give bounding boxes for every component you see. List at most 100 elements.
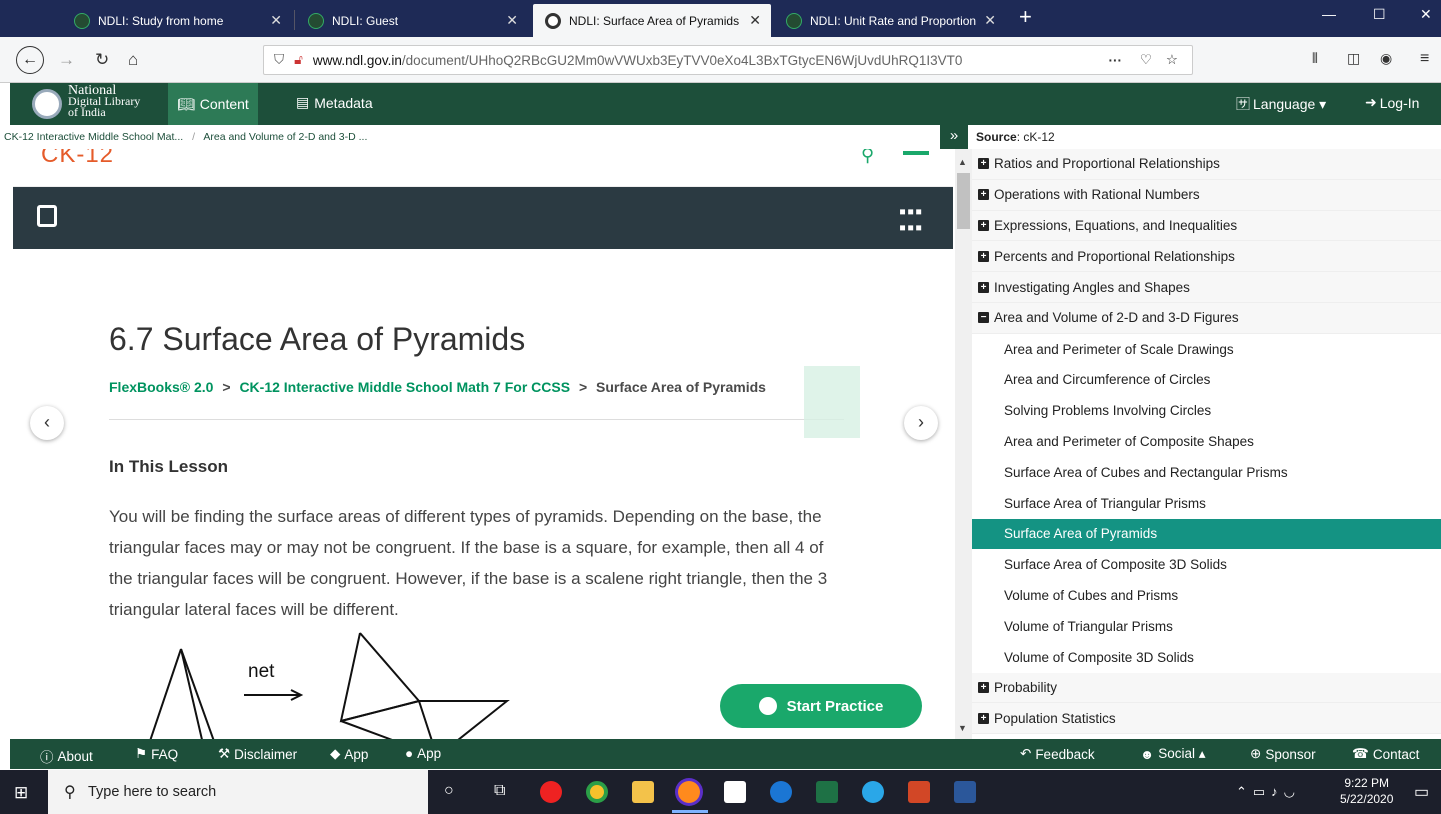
expand-icon[interactable]: + — [978, 219, 989, 231]
toc-item[interactable]: + Operations with Rational Numbers — [972, 179, 1441, 211]
crumb-flexbooks[interactable]: FlexBooks® 2.0 — [109, 379, 213, 395]
footer-social[interactable]: ☻ Social ▴ — [1140, 746, 1206, 762]
toc-item[interactable]: Solving Problems Involving Circles — [972, 395, 1441, 427]
footer-contact[interactable]: ☎ Contact — [1352, 746, 1419, 762]
start-practice-button[interactable]: Start Practice — [720, 684, 922, 728]
back-arrow-icon[interactable]: ← — [16, 46, 44, 74]
account-icon[interactable]: ◉ — [1380, 50, 1392, 67]
ndl-logo-icon[interactable] — [32, 89, 62, 119]
word-icon[interactable] — [954, 781, 976, 803]
taskbar-search[interactable]: ⚲ Type here to search — [48, 770, 428, 814]
notes-icon[interactable] — [37, 205, 57, 227]
ndl-logo-text[interactable]: National Digital Library of India — [68, 84, 140, 119]
close-tab-icon[interactable]: ✕ — [749, 12, 761, 29]
tab-study-from-home[interactable]: NDLI: Study from home ✕ — [62, 4, 292, 37]
toc-item[interactable]: + Population Statistics — [972, 703, 1441, 735]
expand-icon[interactable]: + — [978, 189, 989, 201]
excel-icon[interactable] — [816, 781, 838, 803]
maximize-icon[interactable]: ☐ — [1373, 6, 1386, 23]
tab-surface-area-pyramids[interactable]: NDLI: Surface Area of Pyramids ✕ — [533, 4, 771, 37]
pocket-icon[interactable]: ♡ — [1140, 52, 1152, 68]
reload-icon[interactable]: ↻ — [95, 50, 109, 70]
clock[interactable]: 9:22 PM 5/22/2020 — [1340, 775, 1393, 807]
search-icon[interactable]: ⚲ — [861, 149, 874, 166]
expand-icon[interactable]: + — [978, 712, 989, 724]
close-tab-icon[interactable]: ✕ — [506, 12, 518, 29]
nav-metadata[interactable]: ▤ Metadata — [296, 94, 373, 111]
notes-widget-icon[interactable] — [804, 366, 860, 438]
breadcrumb-item[interactable]: CK-12 Interactive Middle School Mat... — [4, 131, 183, 143]
bookmark-star-icon[interactable]: ☆ — [1166, 52, 1178, 68]
page-actions-icon[interactable]: ··· — [1109, 53, 1123, 68]
opera-icon[interactable] — [540, 781, 562, 803]
apps-grid-icon[interactable]: ▪▪▪ ▪▪▪ — [899, 202, 923, 238]
toc-item[interactable]: Surface Area of Triangular Prisms — [972, 487, 1441, 519]
tab-unit-rate[interactable]: NDLI: Unit Rate and Proportion ✕ — [774, 4, 1006, 37]
ck12-logo[interactable]: CK-12 — [41, 149, 114, 169]
close-tab-icon[interactable]: ✕ — [980, 12, 996, 29]
expand-icon[interactable]: + — [978, 250, 989, 262]
footer-faq[interactable]: ⚑ FAQ — [135, 746, 178, 762]
crumb-book[interactable]: CK-12 Interactive Middle School Math 7 F… — [239, 379, 570, 395]
system-tray-icons[interactable]: ⌃▭♪◡ — [1236, 784, 1301, 800]
toc-item[interactable]: + Investigating Angles and Shapes — [972, 272, 1441, 303]
expand-icon[interactable]: + — [978, 681, 989, 693]
scroll-thumb[interactable] — [957, 173, 970, 229]
toc-item[interactable]: Surface Area of Composite 3D Solids — [972, 549, 1441, 581]
toc-item[interactable]: Volume of Triangular Prisms — [972, 610, 1441, 642]
skype-icon[interactable] — [862, 781, 884, 803]
edge-icon[interactable] — [770, 781, 792, 803]
sidebar-scrollbar[interactable]: ▲ ▼ — [955, 149, 972, 739]
menu-icon[interactable]: ≡ — [1420, 50, 1429, 68]
expand-icon[interactable]: + — [978, 158, 989, 170]
toc-item[interactable]: Surface Area of Pyramids — [972, 518, 1441, 550]
footer-disclaimer[interactable]: ⚒ Disclaimer — [218, 746, 297, 762]
hamburger-icon[interactable] — [903, 151, 929, 155]
windows-start-icon[interactable]: ⊞ — [14, 783, 28, 803]
footer-android-app[interactable]: ◆ App — [330, 746, 368, 762]
minimize-icon[interactable]: — — [1322, 6, 1336, 22]
chrome-icon[interactable] — [586, 781, 608, 803]
prev-lesson-button[interactable]: ‹ — [30, 406, 64, 440]
toc-item[interactable]: Area and Circumference of Circles — [972, 364, 1441, 396]
expand-icon[interactable]: + — [978, 281, 989, 293]
new-tab-button[interactable]: + — [1019, 4, 1032, 30]
footer-sponsor[interactable]: ⊕ Sponsor — [1250, 746, 1316, 762]
firefox-icon[interactable] — [678, 781, 700, 803]
powerpoint-icon[interactable] — [908, 781, 930, 803]
toc-item[interactable]: Area and Perimeter of Composite Shapes — [972, 426, 1441, 457]
scroll-down-icon[interactable]: ▼ — [958, 723, 967, 733]
toc-item[interactable]: − Area and Volume of 2-D and 3-D Figures — [972, 302, 1441, 334]
sidebar-toggle-icon[interactable]: ◫ — [1347, 50, 1360, 67]
lesson-viewer[interactable]: CK-12 ⚲ ▪▪▪ ▪▪▪ 6.7 Surface Area of Pyram… — [13, 149, 953, 739]
breadcrumb-item[interactable]: Area and Volume of 2-D and 3-D ... — [203, 131, 367, 143]
cortana-icon[interactable]: ○ — [444, 782, 454, 800]
footer-apple-app[interactable]: ● App — [405, 746, 441, 761]
toc-item[interactable]: Volume of Composite 3D Solids — [972, 641, 1441, 673]
collapse-icon[interactable]: − — [978, 312, 989, 324]
toc-item[interactable]: + Probability — [972, 672, 1441, 704]
store-icon[interactable] — [724, 781, 746, 803]
toc-item[interactable]: + Expressions, Equations, and Inequalitie… — [972, 210, 1441, 242]
toc-item[interactable]: + Ratios and Proportional Relationships — [972, 149, 1441, 180]
forward-arrow-icon[interactable]: → — [58, 50, 75, 70]
close-window-icon[interactable]: ✕ — [1420, 6, 1432, 23]
tab-guest[interactable]: NDLI: Guest ✕ — [296, 4, 528, 37]
footer-about[interactable]: ⓘ About — [40, 746, 93, 766]
nav-content[interactable]: 📖︎ Content — [168, 83, 258, 125]
toc-item[interactable]: + Percents and Proportional Relationships — [972, 241, 1441, 273]
next-lesson-button[interactable]: › — [904, 406, 938, 440]
close-tab-icon[interactable]: ✕ — [270, 12, 282, 29]
address-bar[interactable]: ⛉ 🔓︎ www.ndl.gov.in /document/UHhoQ2RBcG… — [263, 45, 1193, 75]
toc-item[interactable]: Surface Area of Cubes and Rectangular Pr… — [972, 456, 1441, 488]
login-link[interactable]: ➜ Log-In — [1365, 94, 1419, 111]
language-dropdown[interactable]: 🈂︎ Language ▾ — [1236, 94, 1326, 114]
home-icon[interactable]: ⌂ — [128, 50, 138, 70]
task-view-icon[interactable]: ⧉ — [494, 782, 505, 800]
library-icon[interactable]: ⫴ — [1312, 50, 1318, 67]
file-explorer-icon[interactable] — [632, 781, 654, 803]
toc-item[interactable]: Area and Perimeter of Scale Drawings — [972, 333, 1441, 365]
footer-feedback[interactable]: ↶ Feedback — [1020, 746, 1095, 762]
notifications-icon[interactable]: ▭ — [1414, 782, 1429, 802]
toc-item[interactable]: Volume of Cubes and Prisms — [972, 580, 1441, 611]
